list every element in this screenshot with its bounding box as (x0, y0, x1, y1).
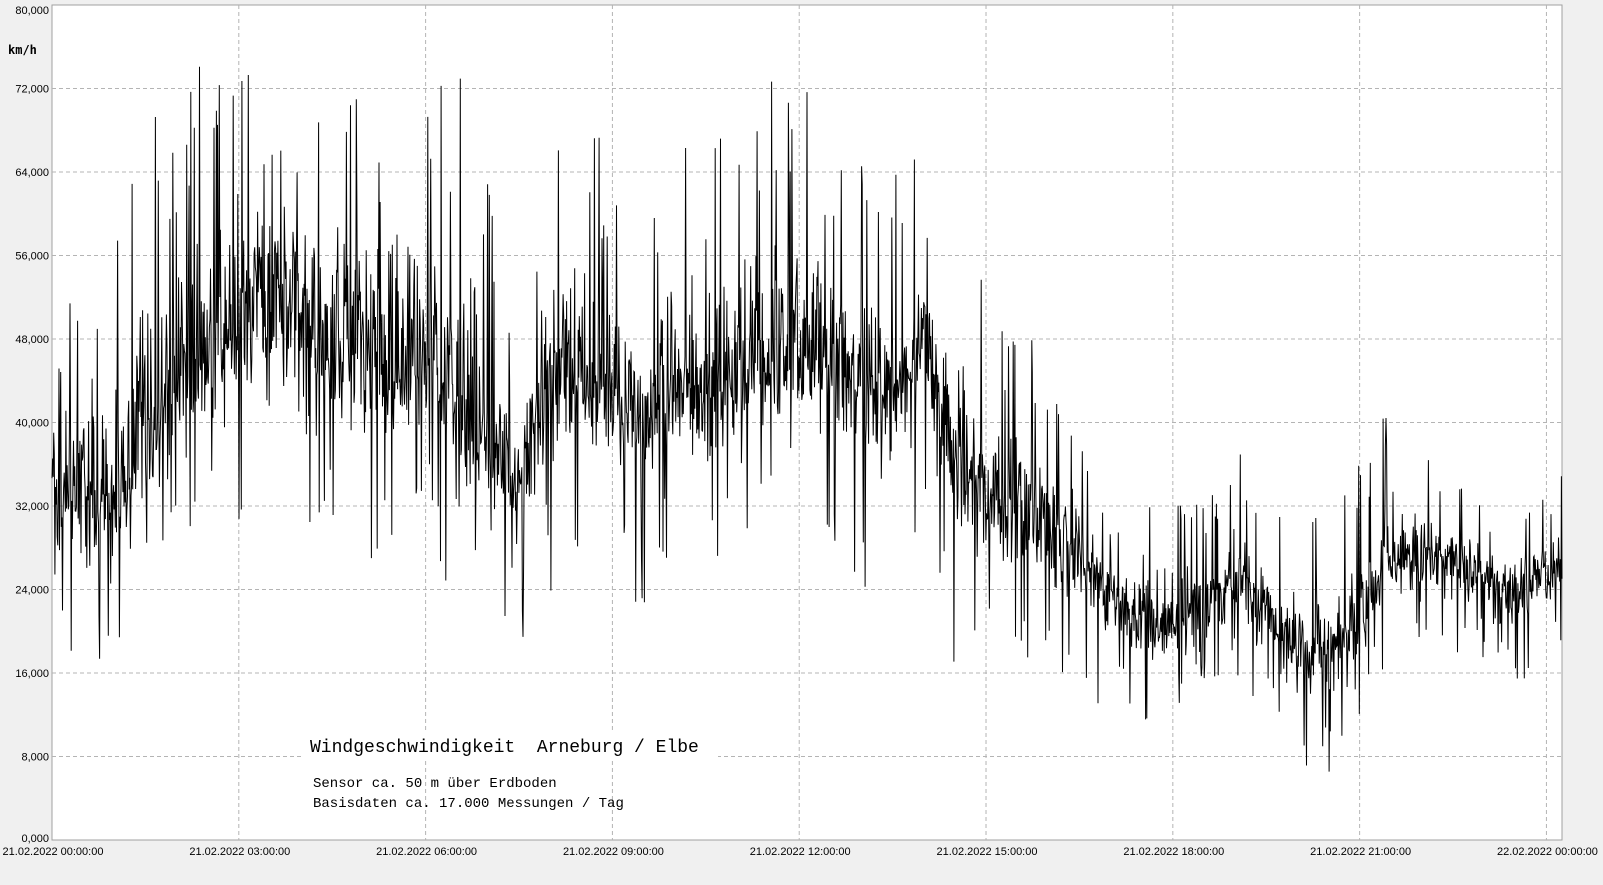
y-tick-label: 32,000 (15, 501, 49, 513)
y-axis-unit-label: km/h (8, 43, 37, 57)
wind-speed-chart: 0,000 8,000 16,000 24,000 32,000 40,000 48,000… (0, 0, 1603, 885)
y-tick-label: 0,000 (21, 833, 49, 845)
x-tick-label: 21.02.2022 18:00:00 (1123, 846, 1224, 858)
y-tick-label: 56,000 (15, 251, 49, 263)
annotation-line-2: Basisdaten ca. 17.000 Messungen / Tag (313, 796, 624, 812)
y-tick-labels: 0,000 8,000 16,000 24,000 32,000 40,000 48,000… (15, 5, 49, 845)
x-tick-label: 22.02.2022 00:00:00 (1497, 846, 1598, 858)
x-tick-label: 21.02.2022 00:00:00 (3, 846, 104, 858)
x-tick-label: 21.02.2022 21:00:00 (1310, 846, 1411, 858)
x-tick-label: 21.02.2022 15:00:00 (937, 846, 1038, 858)
annotation-title: Windgeschwindigkeit Arneburg / Elbe (310, 738, 699, 758)
y-tick-label: 24,000 (15, 585, 49, 597)
x-tick-label: 21.02.2022 03:00:00 (189, 846, 290, 858)
x-tick-label: 21.02.2022 09:00:00 (563, 846, 664, 858)
y-tick-label: 80,000 (15, 5, 49, 17)
x-tick-label: 21.02.2022 12:00:00 (750, 846, 851, 858)
y-tick-label: 16,000 (15, 668, 49, 680)
y-tick-label: 64,000 (15, 167, 49, 179)
y-tick-label: 8,000 (21, 752, 49, 764)
x-tick-label: 21.02.2022 06:00:00 (376, 846, 477, 858)
chart-svg: 0,000 8,000 16,000 24,000 32,000 40,000 48,000… (3, 4, 1598, 858)
x-tick-labels: 21.02.2022 00:00:00 21.02.2022 03:00:00 21… (3, 846, 1598, 858)
y-tick-label: 40,000 (15, 418, 49, 430)
annotation-line-1: Sensor ca. 50 m über Erdboden (313, 776, 557, 792)
y-tick-label: 72,000 (15, 84, 49, 96)
y-tick-label: 48,000 (15, 334, 49, 346)
